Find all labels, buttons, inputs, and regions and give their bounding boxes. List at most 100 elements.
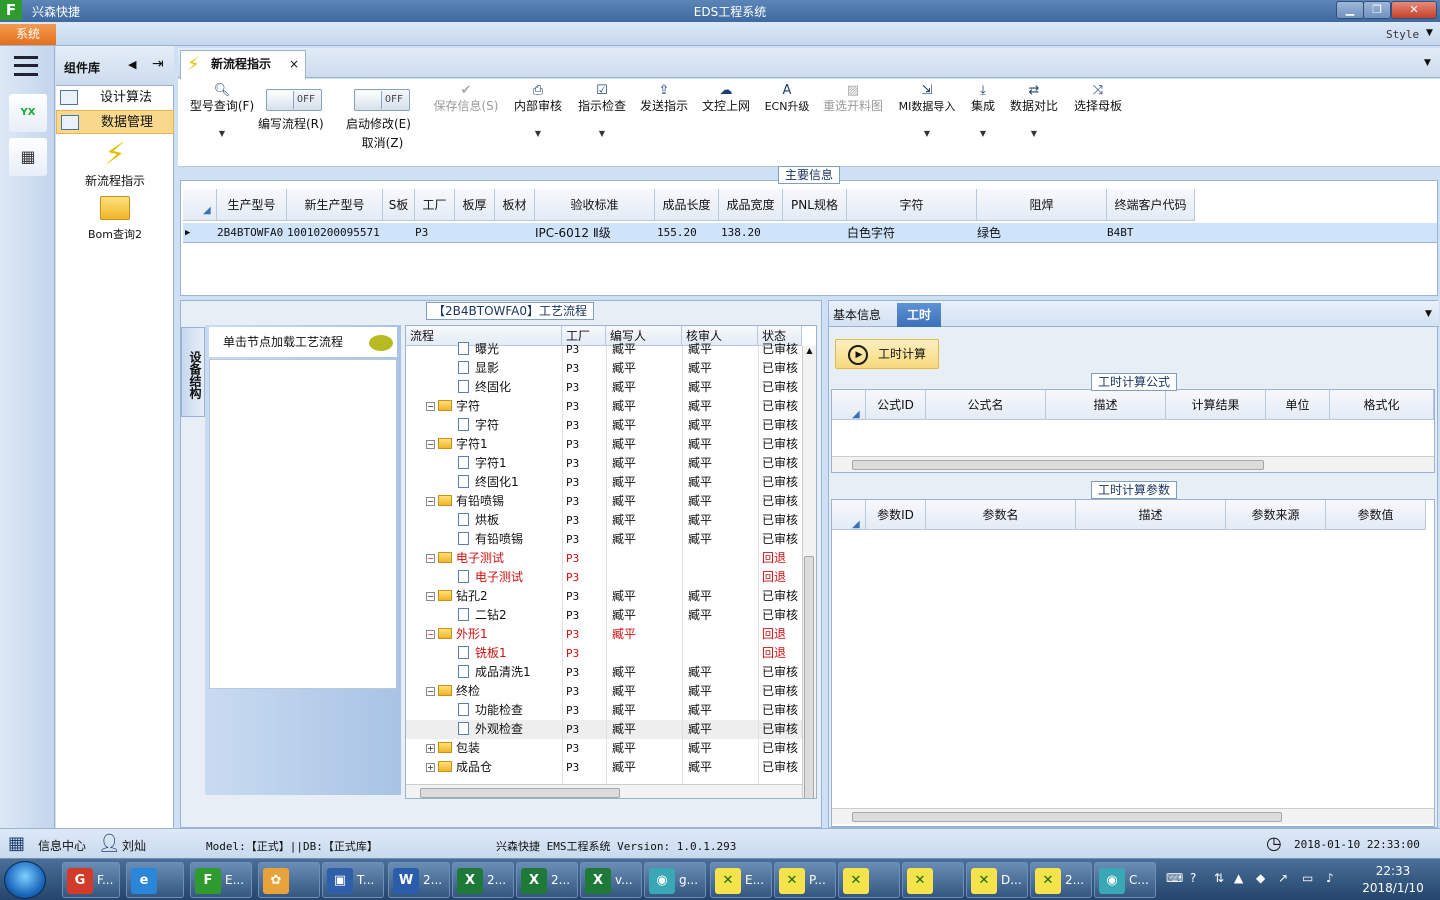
tree-cell-writer[interactable]: 臧平 bbox=[612, 435, 636, 454]
collapse-icon[interactable]: − bbox=[426, 630, 435, 639]
tree-cell-writer[interactable]: 臧平 bbox=[612, 359, 636, 378]
tree-node-name[interactable]: 电子测试 bbox=[458, 568, 523, 587]
tree-cell-writer[interactable]: 臧平 bbox=[612, 625, 636, 644]
column-header[interactable]: 新生产型号 bbox=[287, 189, 383, 221]
work-hours-calc-button[interactable]: ▶ 工时计算 bbox=[835, 339, 939, 369]
tree-cell-reviewer[interactable]: 臧平 bbox=[688, 720, 712, 739]
tree-cell-status[interactable]: 回退 bbox=[762, 644, 786, 663]
tree-cell-factory[interactable]: P3 bbox=[566, 340, 579, 359]
close-button[interactable]: ✕ bbox=[1391, 1, 1437, 19]
start-button-icon[interactable] bbox=[4, 861, 46, 899]
scroll-thumb[interactable] bbox=[852, 460, 1264, 470]
tree-row[interactable]: 电子测试 P3 回退 bbox=[406, 568, 802, 587]
tree-node-name[interactable]: − 外形1 bbox=[426, 625, 488, 644]
tree-cell-reviewer[interactable]: 臧平 bbox=[688, 587, 712, 606]
cell-new-model[interactable]: 10010200095571 bbox=[287, 223, 380, 243]
send-instruction-button[interactable]: ⇪ 发送指示 bbox=[636, 83, 692, 114]
calculator-icon[interactable]: ▦ bbox=[9, 138, 47, 176]
system-clock[interactable]: 22:33 2018/1/10 bbox=[1350, 863, 1436, 897]
tree-cell-status[interactable]: 回退 bbox=[762, 549, 786, 568]
instruction-check-button[interactable]: ☑ 指示检查 ▼ bbox=[574, 83, 630, 141]
tree-cell-reviewer[interactable]: 臧平 bbox=[688, 340, 712, 359]
tree-cell-writer[interactable]: 臧平 bbox=[612, 682, 636, 701]
component-new-flow-instruction[interactable]: ⚡ 新流程指示 bbox=[56, 138, 174, 189]
tree-cell-factory[interactable]: P3 bbox=[566, 758, 579, 777]
tree-row[interactable]: − 终检 P3 臧平 臧平 已审核 bbox=[406, 682, 802, 701]
tree-cell-reviewer[interactable]: 臧平 bbox=[688, 511, 712, 530]
tree-node-name[interactable]: − 有铅喷锡 bbox=[426, 492, 504, 511]
column-header[interactable]: S板 bbox=[383, 189, 415, 221]
tree-cell-status[interactable]: 已审核 bbox=[762, 701, 798, 720]
collapse-icon[interactable]: − bbox=[426, 554, 435, 563]
enable-edit-switch[interactable]: OFF bbox=[354, 89, 410, 111]
param-horizontal-scrollbar[interactable] bbox=[832, 808, 1434, 824]
tree-cell-status[interactable]: 已审核 bbox=[762, 663, 798, 682]
column-header[interactable]: 阻焊 bbox=[977, 189, 1107, 221]
tree-cell-factory[interactable]: P3 bbox=[566, 435, 579, 454]
pin-panel-icon[interactable]: ⇥ bbox=[152, 56, 164, 72]
tree-cell-factory[interactable]: P3 bbox=[566, 644, 579, 663]
tree-cell-status[interactable]: 已审核 bbox=[762, 587, 798, 606]
column-header[interactable]: 字符 bbox=[847, 189, 977, 221]
dropdown-caret-icon[interactable]: ▼ bbox=[1008, 126, 1060, 141]
tree-cell-reviewer[interactable]: 臧平 bbox=[688, 359, 712, 378]
collapse-icon[interactable]: − bbox=[426, 402, 435, 411]
chart-icon[interactable]: ↗ bbox=[1278, 871, 1288, 885]
collapse-left-icon[interactable]: ◀ bbox=[128, 58, 136, 71]
tree-cell-status[interactable]: 回退 bbox=[762, 568, 786, 587]
cell-char[interactable]: 白色字符 bbox=[847, 223, 895, 243]
tree-cell-status[interactable]: 已审核 bbox=[762, 454, 798, 473]
column-header[interactable]: 生产型号 bbox=[217, 189, 287, 221]
column-header[interactable]: 验收标准 bbox=[535, 189, 655, 221]
tree-cell-reviewer[interactable]: 臧平 bbox=[688, 606, 712, 625]
cancel-label[interactable]: 取消(Z) bbox=[354, 134, 411, 151]
taskbar-app-button[interactable]: ✿ bbox=[258, 862, 320, 898]
tree-node-name[interactable]: + 成品仓 bbox=[426, 758, 492, 777]
tree-cell-reviewer[interactable]: 臧平 bbox=[688, 492, 712, 511]
column-header[interactable]: 板厚 bbox=[455, 189, 495, 221]
integrate-button[interactable]: ⤓ 集成 ▼ bbox=[968, 83, 998, 141]
cell-mask[interactable]: 绿色 bbox=[977, 223, 1001, 243]
tree-node-name[interactable]: + 包装 bbox=[426, 739, 480, 758]
tree-cell-writer[interactable]: 臧平 bbox=[612, 663, 636, 682]
ecn-upgrade-button[interactable]: A ECN升级 bbox=[762, 83, 812, 114]
taskbar-app-button[interactable]: ▣ T... bbox=[322, 862, 384, 898]
equipment-structure-tab[interactable]: 设备结构 bbox=[181, 327, 205, 417]
tree-cell-writer[interactable]: 臧平 bbox=[612, 416, 636, 435]
tab-dropdown-icon[interactable]: ▼ bbox=[1425, 309, 1432, 319]
dropdown-caret-icon[interactable]: ▼ bbox=[510, 126, 566, 141]
tree-cell-status[interactable]: 已审核 bbox=[762, 758, 798, 777]
tree-cell-writer[interactable]: 臧平 bbox=[612, 606, 636, 625]
dropdown-caret-icon[interactable]: ▼ bbox=[574, 126, 630, 141]
tree-cell-status[interactable]: 已审核 bbox=[762, 416, 798, 435]
tree-cell-status[interactable]: 已审核 bbox=[762, 435, 798, 454]
tree-cell-reviewer[interactable]: 臧平 bbox=[688, 454, 712, 473]
model-query-button[interactable]: 🔍︎ 型号查询(F) ▼ bbox=[184, 83, 260, 141]
tree-row[interactable]: − 有铅喷锡 P3 臧平 臧平 已审核 bbox=[406, 492, 802, 511]
tree-node-name[interactable]: 有铅喷锡 bbox=[458, 530, 523, 549]
tree-cell-writer[interactable]: 臧平 bbox=[612, 473, 636, 492]
tree-cell-reviewer[interactable]: 臧平 bbox=[688, 701, 712, 720]
collapse-icon[interactable]: − bbox=[426, 497, 435, 506]
tree-row[interactable]: − 字符1 P3 臧平 臧平 已审核 bbox=[406, 435, 802, 454]
column-header[interactable]: 参数名 bbox=[926, 500, 1076, 530]
column-header[interactable]: 参数ID bbox=[866, 500, 926, 530]
keyboard-icon[interactable]: ⌨ bbox=[1166, 871, 1183, 885]
tree-row[interactable]: − 字符 P3 臧平 臧平 已审核 bbox=[406, 397, 802, 416]
scroll-thumb[interactable] bbox=[804, 556, 814, 798]
help-icon[interactable]: ? bbox=[1190, 871, 1196, 885]
tree-cell-status[interactable]: 已审核 bbox=[762, 378, 798, 397]
column-header[interactable]: 公式名 bbox=[926, 390, 1046, 420]
tree-node-name[interactable]: 曝光 bbox=[458, 340, 499, 359]
tab-basic-info[interactable]: 基本信息 bbox=[833, 306, 881, 323]
tree-cell-reviewer[interactable]: 臧平 bbox=[688, 397, 712, 416]
tree-row[interactable]: 烘板 P3 臧平 臧平 已审核 bbox=[406, 511, 802, 530]
tree-cell-status[interactable]: 已审核 bbox=[762, 492, 798, 511]
tree-node-name[interactable]: 外观检查 bbox=[458, 720, 523, 739]
formula-horizontal-scrollbar[interactable] bbox=[832, 456, 1434, 472]
scroll-thumb[interactable] bbox=[420, 788, 620, 798]
tree-cell-factory[interactable]: P3 bbox=[566, 568, 579, 587]
column-header[interactable]: 参数来源 bbox=[1226, 500, 1326, 530]
component-item-design-algorithm[interactable]: 设计算法 bbox=[56, 86, 174, 110]
tree-cell-factory[interactable]: P3 bbox=[566, 720, 579, 739]
